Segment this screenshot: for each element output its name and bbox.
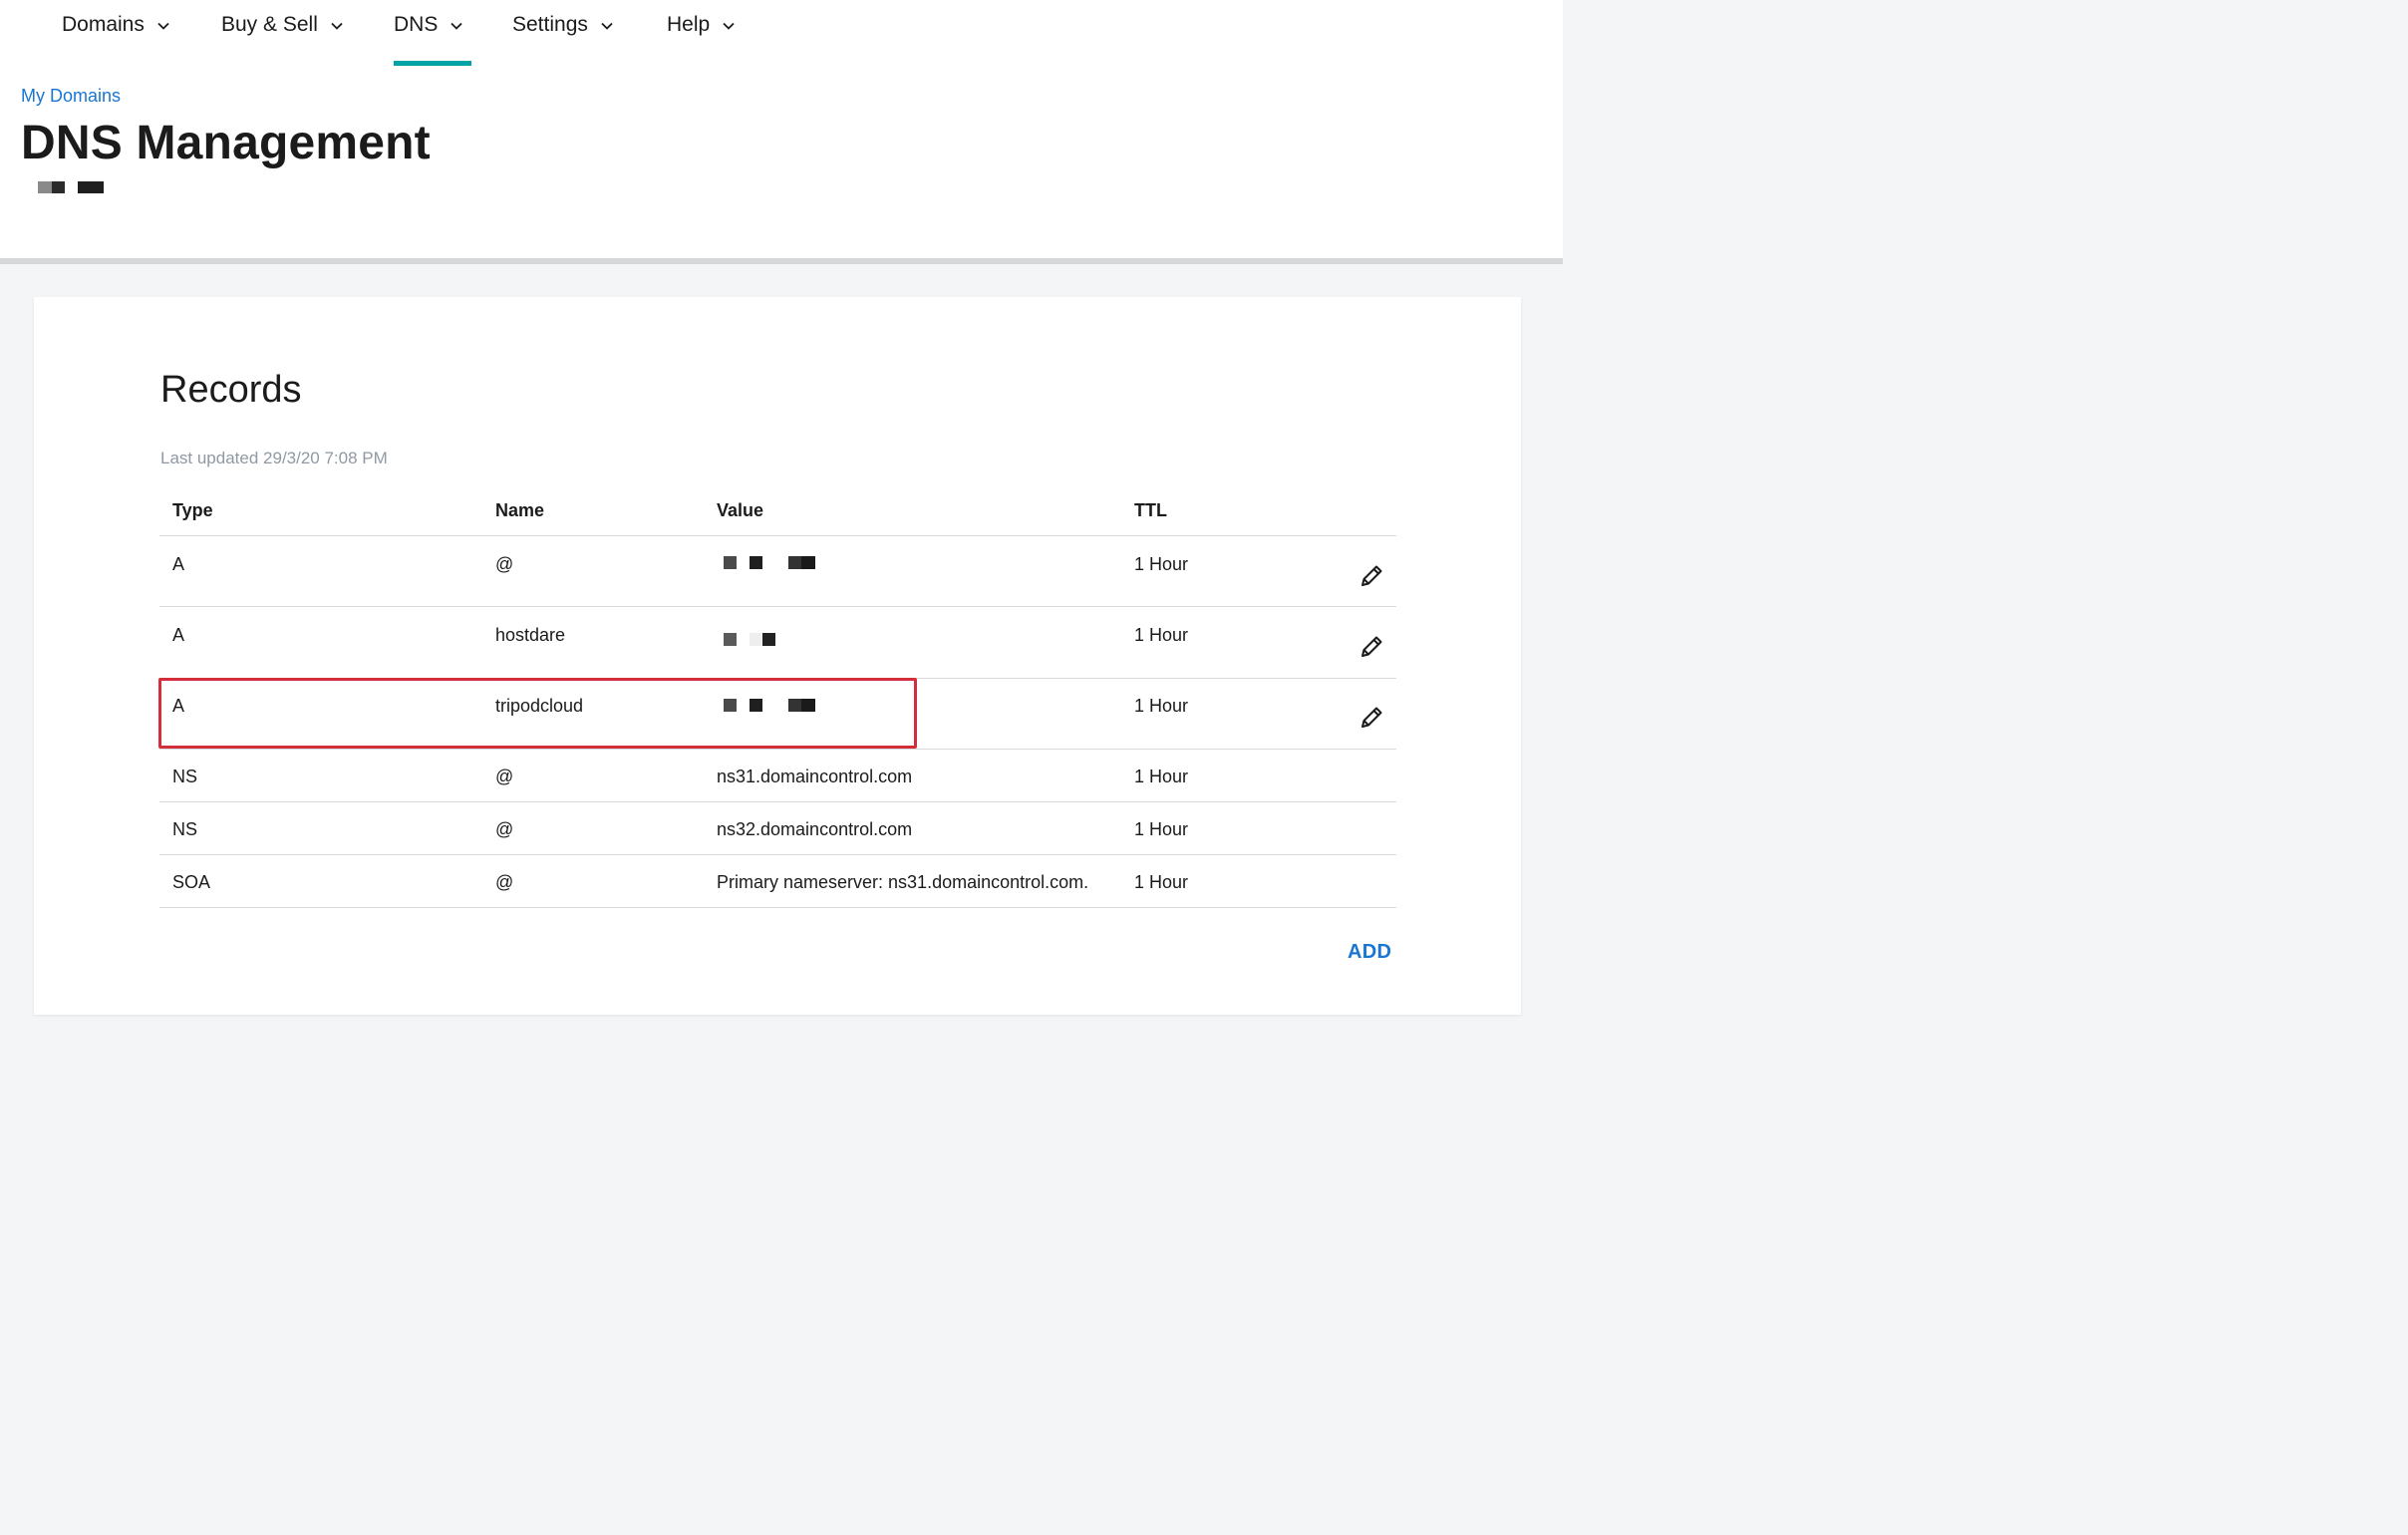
record-type: A [172, 554, 185, 574]
chevron-down-icon [601, 22, 613, 30]
record-name: hostdare [495, 625, 566, 645]
record-ttl: 1 Hour [1134, 819, 1189, 839]
record-ttl: 1 Hour [1134, 872, 1189, 892]
record-value: Primary nameserver: ns31.domaincontrol.c… [717, 872, 1089, 892]
record-type: NS [172, 767, 198, 786]
nav-help[interactable]: Help [667, 10, 736, 66]
table-row-divider [159, 907, 1396, 908]
column-header-type: Type [172, 500, 213, 520]
chevron-down-icon [451, 22, 462, 30]
record-ttl: 1 Hour [1134, 625, 1189, 645]
chevron-down-icon [331, 22, 343, 30]
redacted-ip-value [724, 556, 833, 572]
edit-pencil-icon[interactable] [1355, 560, 1387, 592]
record-name: @ [495, 872, 514, 892]
records-title: Records [160, 369, 302, 411]
column-header-name: Name [495, 500, 545, 520]
record-ttl: 1 Hour [1134, 696, 1189, 716]
record-type: NS [172, 819, 198, 839]
chevron-down-icon [723, 22, 735, 30]
nav-active-underline [394, 61, 471, 66]
highlight-box [158, 678, 917, 749]
edit-pencil-icon[interactable] [1355, 631, 1387, 663]
record-name: @ [495, 554, 514, 574]
header-divider [0, 258, 1563, 264]
table-row-divider [159, 606, 1396, 607]
nav-dns-label: DNS [394, 13, 439, 36]
column-header-ttl: TTL [1134, 500, 1167, 520]
record-ttl: 1 Hour [1134, 554, 1189, 574]
chevron-down-icon [157, 22, 169, 30]
table-row-divider [159, 801, 1396, 802]
nav-dns[interactable]: DNS [394, 10, 471, 66]
table-row-divider [159, 535, 1396, 536]
record-name: @ [495, 819, 514, 839]
redacted-domain-name [38, 181, 108, 195]
nav-settings-label: Settings [512, 13, 588, 36]
record-name: @ [495, 767, 514, 786]
record-type: SOA [172, 872, 211, 892]
nav-settings[interactable]: Settings [512, 10, 614, 66]
record-value: ns31.domaincontrol.com [717, 767, 913, 786]
nav-help-label: Help [667, 13, 711, 36]
nav-buy-sell[interactable]: Buy & Sell [221, 10, 344, 66]
nav-domains[interactable]: Domains [62, 10, 170, 66]
table-row-divider [159, 749, 1396, 750]
edit-pencil-icon[interactable] [1355, 702, 1387, 734]
record-ttl: 1 Hour [1134, 767, 1189, 786]
last-updated-text: Last updated 29/3/20 7:08 PM [160, 449, 388, 467]
breadcrumb-my-domains[interactable]: My Domains [21, 86, 121, 107]
nav-domains-label: Domains [62, 13, 145, 36]
add-record-button[interactable]: ADD [1348, 941, 1391, 964]
redacted-ip-value [724, 633, 833, 649]
nav-buy-sell-label: Buy & Sell [221, 13, 318, 36]
record-type: A [172, 625, 185, 645]
record-value: ns32.domaincontrol.com [717, 819, 913, 839]
column-header-value: Value [717, 500, 764, 520]
table-row-divider [159, 854, 1396, 855]
page-title: DNS Management [21, 117, 431, 169]
